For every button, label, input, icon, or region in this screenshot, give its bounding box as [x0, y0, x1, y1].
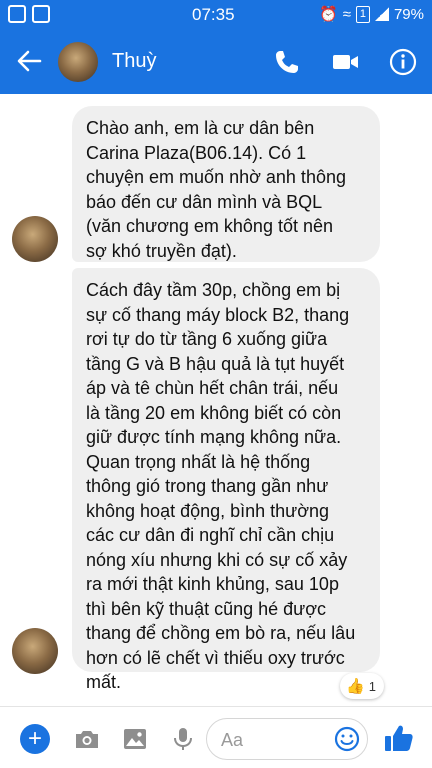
message-bubble[interactable]: Chào anh, em là cư dân bên Carina Plaza(… — [72, 106, 380, 262]
microphone-icon — [174, 728, 192, 750]
conversation-header: Thuỳ — [0, 30, 432, 94]
clock: 07:35 — [192, 5, 235, 24]
contact-name[interactable]: Thuỳ — [112, 50, 156, 73]
message-composer: + Aa — [0, 706, 432, 768]
back-button[interactable] — [14, 46, 46, 78]
signal-icon — [374, 7, 389, 21]
notification-icons — [8, 5, 50, 23]
message-bubble[interactable]: Cách đây tầm 30p, chồng em bị sự cố than… — [72, 268, 380, 692]
sender-avatar[interactable] — [12, 628, 58, 674]
sim-icon: 1 — [355, 5, 370, 23]
info-button[interactable] — [388, 47, 418, 77]
battery-level: 79% — [393, 5, 424, 23]
wifi-icon: ≈ — [342, 5, 351, 23]
message-input[interactable]: Aa — [206, 718, 368, 760]
more-actions-button[interactable]: + — [20, 724, 50, 754]
video-camera-icon — [333, 55, 358, 69]
camera-button[interactable] — [72, 724, 102, 754]
message-text: Cách đây tầm 30p, chồng em bị sự cố than… — [86, 280, 356, 692]
thumbs-up-reaction-icon: 👍 — [346, 678, 365, 695]
gallery-button[interactable] — [120, 724, 150, 754]
like-button[interactable] — [382, 721, 416, 755]
video-call-button[interactable] — [330, 47, 360, 77]
camera-icon — [76, 731, 98, 748]
back-arrow-icon — [17, 50, 42, 72]
sender-avatar[interactable] — [12, 216, 58, 262]
contact-avatar[interactable] — [56, 40, 100, 84]
status-bar: 07:35 ⏰ ≈ 1 79% — [0, 0, 432, 30]
phone-icon — [276, 51, 298, 73]
reaction-count: 1 — [368, 678, 376, 694]
voice-message-button[interactable] — [168, 724, 198, 754]
smiley-icon — [334, 726, 360, 752]
system-icons: ⏰ ≈ 1 79% — [319, 5, 424, 23]
message-text: Chào anh, em là cư dân bên Carina Plaza(… — [86, 118, 346, 261]
emoji-button[interactable] — [333, 725, 361, 753]
message-input-placeholder: Aa — [221, 730, 244, 750]
image-icon — [124, 729, 146, 749]
info-icon — [389, 48, 417, 76]
alarm-icon: ⏰ — [319, 6, 338, 23]
thumbs-up-icon — [385, 725, 413, 751]
voice-call-button[interactable] — [272, 47, 302, 77]
messenger-notification-icon — [32, 5, 50, 23]
message-reaction[interactable]: 👍 1 — [340, 673, 384, 699]
gallery-notification-icon — [8, 5, 26, 23]
